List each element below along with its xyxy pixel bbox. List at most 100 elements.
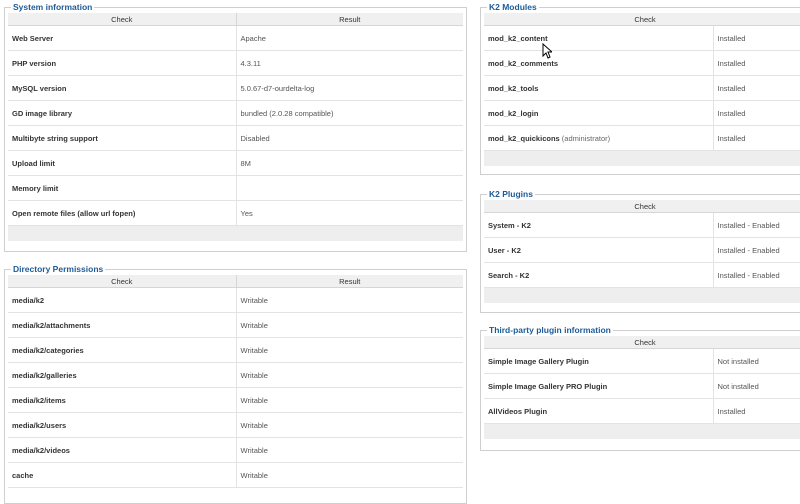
- check-cell: GD image library: [8, 100, 236, 126]
- check-column-header: Check: [484, 13, 800, 26]
- table-row: media/k2 Writable: [8, 287, 463, 313]
- result-cell: Installed: [712, 100, 800, 126]
- table-row: Upload limit 8M: [8, 150, 463, 176]
- table-row: mod_k2_tools Installed: [484, 75, 800, 101]
- module-name: mod_k2_quickicons: [488, 133, 560, 143]
- table-row: MySQL version 5.0.67-d7-ourdelta-log: [8, 75, 463, 101]
- module-name: mod_k2_content: [488, 33, 548, 43]
- check-column-header: Check: [484, 200, 800, 213]
- k2-plugins-table: Check System - K2 Installed - Enabled Use…: [484, 200, 800, 303]
- check-cell: media/k2/galleries: [8, 362, 236, 388]
- table-row: media/k2/users Writable: [8, 412, 463, 438]
- result-cell: Installed: [712, 25, 800, 51]
- table-row: mod_k2_content Installed: [484, 25, 800, 51]
- table-row: Open remote files (allow url fopen) Yes: [8, 200, 463, 226]
- system-information-panel: System information Check Result Web Serv…: [4, 2, 467, 252]
- module-name: mod_k2_comments: [488, 58, 559, 68]
- result-column-header: Result: [235, 275, 463, 288]
- check-cell: mod_k2_tools: [484, 75, 713, 101]
- directory-permissions-table: Check Result media/k2 Writable media/k2/a…: [8, 275, 463, 488]
- table-footer: [484, 287, 800, 303]
- result-cell: [235, 175, 463, 201]
- system-information-table: Check Result Web Server Apache PHP versio…: [8, 13, 463, 241]
- table-row: Web Server Apache: [8, 25, 463, 51]
- table-row: Multibyte string support Disabled: [8, 125, 463, 151]
- directory-permissions-legend: Directory Permissions: [13, 264, 104, 274]
- result-cell: Writable: [235, 337, 463, 363]
- check-cell: Upload limit: [8, 150, 236, 176]
- check-cell: Simple Image Gallery PRO Plugin: [484, 373, 713, 399]
- check-cell: mod_k2_login: [484, 100, 713, 126]
- k2-plugins-panel: K2 Plugins Check System - K2 Installed - …: [480, 189, 800, 313]
- k2-plugins-legend: K2 Plugins: [489, 189, 533, 199]
- table-row: mod_k2_quickicons (administrator) Install…: [484, 125, 800, 151]
- check-cell: media/k2/categories: [8, 337, 236, 363]
- table-row: GD image library bundled (2.0.28 compatib…: [8, 100, 463, 126]
- module-name: mod_k2_tools: [488, 83, 539, 93]
- result-cell: Installed: [712, 125, 800, 151]
- result-cell: Writable: [235, 287, 463, 313]
- directory-permissions-panel: Directory Permissions Check Result media…: [4, 264, 467, 504]
- check-cell: mod_k2_content: [484, 25, 713, 51]
- table-row: Simple Image Gallery PRO Plugin Not insta…: [484, 373, 800, 399]
- result-cell: Not installed: [712, 348, 800, 374]
- result-cell: Installed: [712, 50, 800, 76]
- result-cell: Writable: [235, 462, 463, 488]
- check-cell: Memory limit: [8, 175, 236, 201]
- result-cell: bundled (2.0.28 compatible): [235, 100, 463, 126]
- result-cell: 5.0.67-d7-ourdelta-log: [235, 75, 463, 101]
- table-footer: [484, 150, 800, 166]
- check-cell: Search - K2: [484, 262, 713, 288]
- third-party-plugin-table: Check Simple Image Gallery Plugin Not ins…: [484, 336, 800, 439]
- module-name: mod_k2_login: [488, 108, 539, 118]
- check-cell: mod_k2_quickicons (administrator): [484, 125, 713, 151]
- k2-modules-legend: K2 Modules: [489, 2, 537, 12]
- table-row: mod_k2_login Installed: [484, 100, 800, 126]
- result-cell: Disabled: [235, 125, 463, 151]
- check-cell: mod_k2_comments: [484, 50, 713, 76]
- table-row: User - K2 Installed - Enabled: [484, 237, 800, 263]
- table-row: media/k2/attachments Writable: [8, 312, 463, 338]
- table-row: media/k2/items Writable: [8, 387, 463, 413]
- result-cell: Installed: [712, 398, 800, 424]
- check-cell: Open remote files (allow url fopen): [8, 200, 236, 226]
- check-cell: Simple Image Gallery Plugin: [484, 348, 713, 374]
- check-cell: System - K2: [484, 212, 713, 238]
- mouse-pointer-icon: [542, 43, 552, 59]
- result-cell: Apache: [235, 25, 463, 51]
- check-cell: media/k2/videos: [8, 437, 236, 463]
- table-footer: [8, 225, 463, 241]
- result-cell: Installed: [712, 75, 800, 101]
- table-row: media/k2/videos Writable: [8, 437, 463, 463]
- table-footer: [484, 423, 800, 439]
- table-row: mod_k2_comments Installed: [484, 50, 800, 76]
- third-party-plugin-legend: Third-party plugin information: [489, 325, 611, 335]
- result-column-header: Result: [235, 13, 463, 26]
- result-cell: Yes: [235, 200, 463, 226]
- k2-modules-panel: K2 Modules Check mod_k2_content Installed…: [480, 2, 800, 175]
- table-row: media/k2/categories Writable: [8, 337, 463, 363]
- check-cell: Web Server: [8, 25, 236, 51]
- table-row: Search - K2 Installed - Enabled: [484, 262, 800, 288]
- check-cell: AllVideos Plugin: [484, 398, 713, 424]
- table-row: PHP version 4.3.11: [8, 50, 463, 76]
- result-cell: Writable: [235, 362, 463, 388]
- check-cell: media/k2/users: [8, 412, 236, 438]
- table-row: AllVideos Plugin Installed: [484, 398, 800, 424]
- table-row: media/k2/galleries Writable: [8, 362, 463, 388]
- result-cell: 4.3.11: [235, 50, 463, 76]
- third-party-plugin-panel: Third-party plugin information Check Sim…: [480, 325, 800, 451]
- check-cell: media/k2/items: [8, 387, 236, 413]
- result-cell: Not installed: [712, 373, 800, 399]
- result-cell: Installed - Enabled: [712, 262, 800, 288]
- check-column-header: Check: [8, 275, 236, 288]
- check-cell: MySQL version: [8, 75, 236, 101]
- check-column-header: Check: [484, 336, 800, 349]
- check-cell: media/k2/attachments: [8, 312, 236, 338]
- result-cell: 8M: [235, 150, 463, 176]
- check-cell: PHP version: [8, 50, 236, 76]
- result-cell: Writable: [235, 412, 463, 438]
- result-cell: Writable: [235, 312, 463, 338]
- k2-modules-table: Check mod_k2_content Installed mod_k2_com…: [484, 13, 800, 166]
- table-row: cache Writable: [8, 462, 463, 488]
